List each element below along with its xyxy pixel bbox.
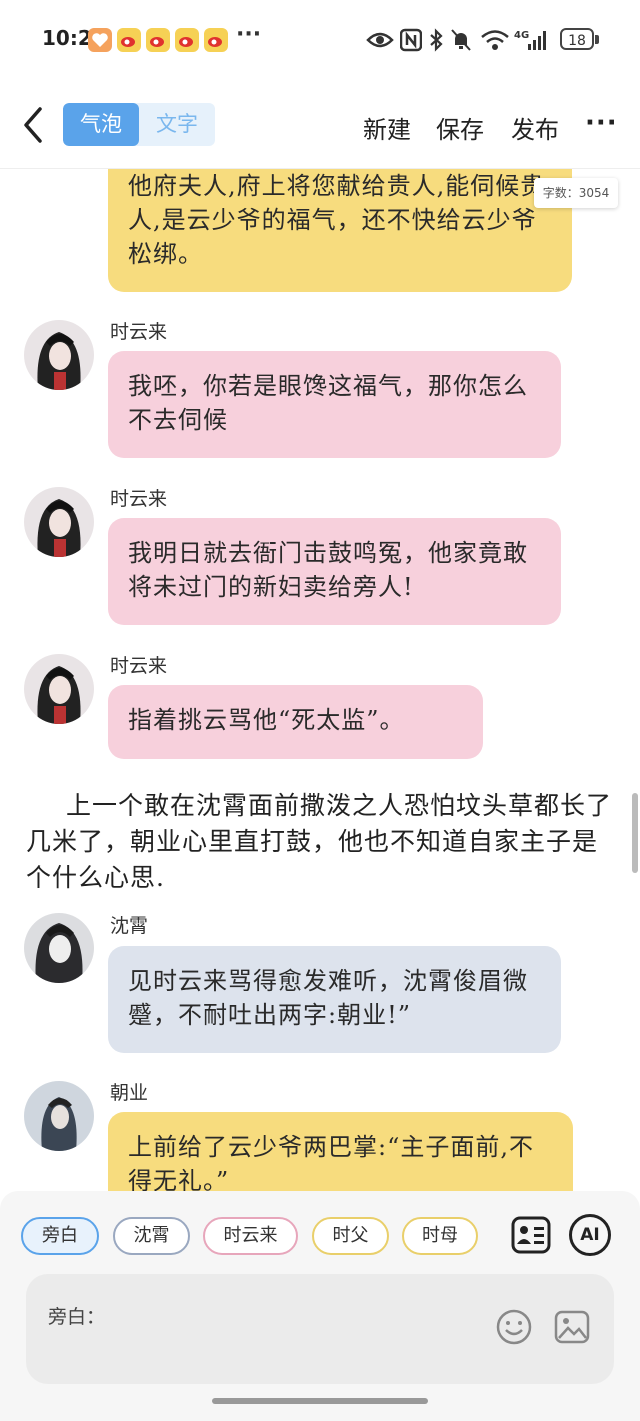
svg-text:4G: 4G (514, 30, 529, 41)
role-chip-shi-mother[interactable]: 时母 (402, 1217, 478, 1255)
avatar-shi-yunlai[interactable] (24, 487, 94, 557)
new-button[interactable]: 新建 (363, 110, 411, 145)
weibo-icon (146, 28, 170, 52)
message-bubble[interactable]: 指着挑云骂他“死太监”。 (108, 685, 483, 759)
bluetooth-icon (430, 28, 443, 52)
tab-bubble[interactable]: 气泡 (63, 103, 139, 146)
eye-icon (366, 32, 394, 48)
publish-button[interactable]: 发布 (511, 110, 559, 145)
speaker-name: 时云来 (110, 321, 168, 343)
narration-paragraph[interactable]: 上一个敢在沈霄面前撒泼之人恐怕坟头草都长了几米了，朝业心里直打鼓，他也不知道自家… (26, 788, 614, 896)
speaker-name: 时云来 (110, 488, 168, 510)
weibo-icon (117, 28, 141, 52)
scrollbar-thumb[interactable] (632, 793, 638, 873)
home-indicator[interactable] (212, 1398, 428, 1404)
heart-app-icon (88, 28, 112, 52)
weibo-icon (204, 28, 228, 52)
input-role-label: 旁白： (48, 1306, 106, 1328)
smiley-icon[interactable] (495, 1308, 533, 1346)
avatar-shi-yunlai[interactable] (24, 654, 94, 724)
avatar-shi-yunlai[interactable] (24, 320, 94, 390)
ai-assistant-button[interactable]: AI (569, 1214, 611, 1256)
message-bubble[interactable]: 我明日就去衙门击鼓鸣冤，他家竟敢将未过门的新妇卖给旁人! (108, 518, 561, 625)
role-chip-shen-xiao[interactable]: 沈霄 (113, 1217, 190, 1255)
message-bubble[interactable]: 上前给了云少爷两巴掌:“主子面前,不得无礼。” (108, 1112, 573, 1191)
wifi-icon (481, 30, 509, 50)
more-menu-button[interactable]: ··· (585, 108, 618, 138)
chat-scroll-area[interactable]: 他府夫人,府上将您献给贵人,能伺候贵人,是云少爷的福气，还不快给云少爷松绑。 时… (0, 169, 640, 1191)
battery-nub (595, 35, 599, 44)
status-bar: 10:21 ··· 4G 18 (0, 0, 640, 80)
save-button[interactable]: 保存 (436, 110, 484, 145)
avatar-chao-ye[interactable] (24, 1081, 94, 1151)
word-count-badge: 字数：3054 (534, 178, 618, 208)
nfc-icon (400, 28, 422, 52)
message-bubble[interactable]: 他府夫人,府上将您献给贵人,能伺候贵人,是云少爷的福气，还不快给云少爷松绑。 (108, 169, 572, 292)
message-bubble[interactable]: 见时云来骂得愈发难听，沈霄俊眉微蹙，不耐吐出两字:朝业!” (108, 946, 561, 1053)
avatar-shen-xiao[interactable] (24, 913, 94, 983)
message-bubble[interactable]: 我呸，你若是眼馋这福气，那你怎么不去伺候 (108, 351, 561, 458)
speaker-name: 时云来 (110, 655, 168, 677)
role-chip-shi-father[interactable]: 时父 (312, 1217, 389, 1255)
signal-4g-icon: 4G (514, 30, 546, 50)
mode-segmented-control: 气泡 文字 (63, 103, 215, 146)
mute-bell-icon (451, 29, 471, 51)
speaker-name: 沈霄 (110, 915, 149, 937)
image-icon[interactable] (553, 1308, 591, 1346)
back-arrow-icon[interactable] (18, 105, 50, 145)
role-chip-shi-yunlai[interactable]: 时云来 (203, 1217, 298, 1255)
weibo-icon (175, 28, 199, 52)
contact-card-icon[interactable] (510, 1214, 552, 1256)
status-more-dots: ··· (236, 22, 262, 47)
tab-text[interactable]: 文字 (139, 103, 215, 146)
role-chip-narrator[interactable]: 旁白 (21, 1217, 99, 1255)
speaker-name: 朝业 (110, 1082, 149, 1104)
battery-level: 18 (560, 28, 594, 50)
